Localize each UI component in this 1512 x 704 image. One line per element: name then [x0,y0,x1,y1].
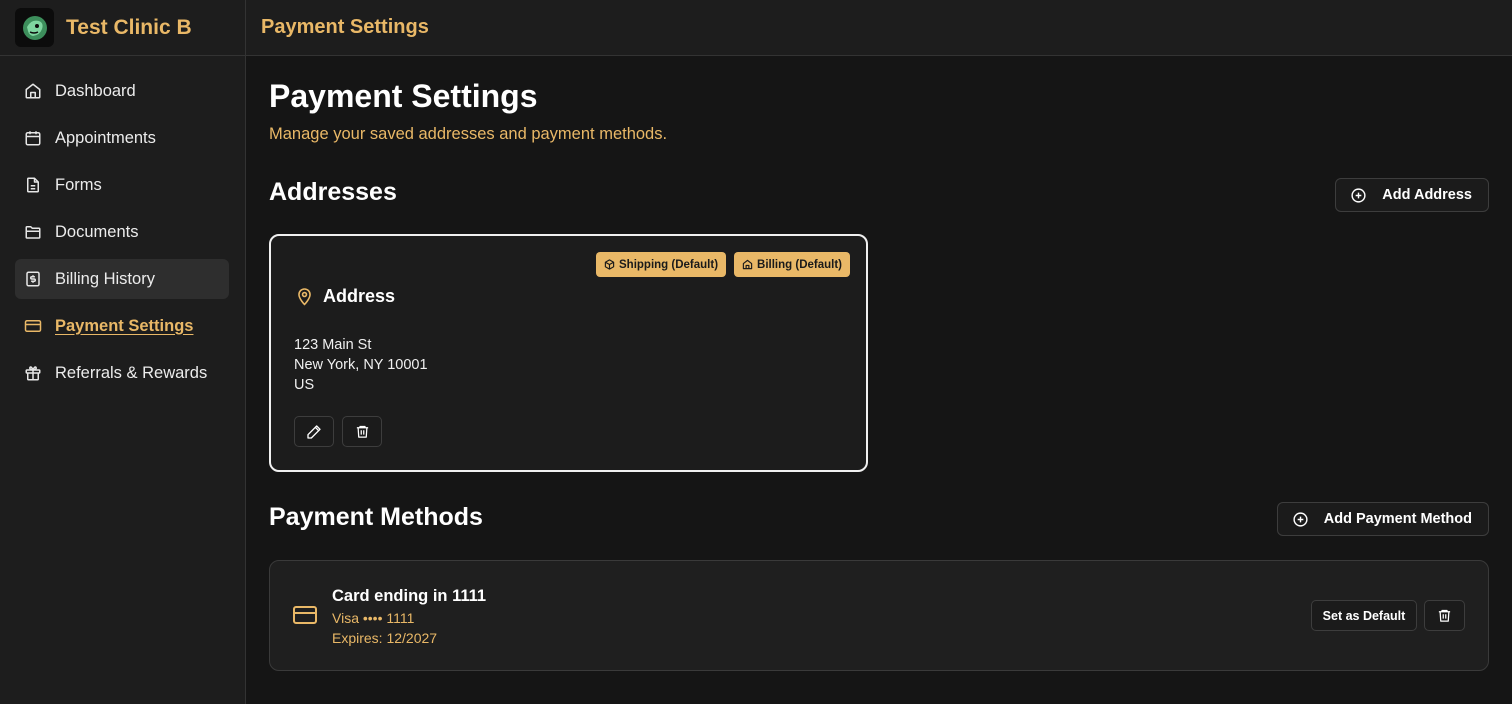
payment-method-card: Card ending in 1111 Visa •••• 1111 Expir… [269,560,1489,671]
page-subtitle: Manage your saved addresses and payment … [269,125,668,143]
address-line-1: 123 Main St [294,337,372,353]
sidebar-item-referrals-rewards[interactable]: Referrals & Rewards [15,353,229,393]
sidebar-item-label: Documents [55,222,139,241]
home-icon [23,81,43,101]
badge-label: Billing (Default) [757,258,842,271]
sidebar-item-appointments[interactable]: Appointments [15,118,229,158]
home-icon [742,259,753,270]
add-address-button[interactable]: Add Address [1335,178,1489,212]
payment-methods-title: Payment Methods [269,503,483,531]
edit-address-button[interactable] [294,416,334,447]
card-expiry: Expires: 12/2027 [332,630,438,646]
trash-icon [356,425,368,438]
sidebar-item-label: Dashboard [55,81,136,100]
sidebar-item-payment-settings[interactable]: Payment Settings [15,306,229,346]
sidebar-item-forms[interactable]: Forms [15,165,229,205]
billing-default-badge: Billing (Default) [734,252,850,277]
brand: Test Clinic B [0,0,245,56]
plus-circle-icon [1292,510,1310,528]
add-payment-method-label: Add Payment Method [1323,511,1472,527]
card-brand-line: Visa •••• 1111 [332,610,415,626]
addresses-title: Addresses [269,178,397,206]
plus-circle-icon [1350,186,1368,204]
sidebar: Test Clinic B Dashboard Appointments For… [0,0,246,704]
address-line-3: US [294,377,315,393]
package-icon [604,259,615,270]
sidebar-item-documents[interactable]: Documents [15,212,229,252]
address-badges: Shipping (Default) Billing (Default) [596,252,850,277]
sidebar-item-dashboard[interactable]: Dashboard [15,71,229,111]
credit-card-icon [23,316,43,336]
delete-card-button[interactable] [1424,600,1465,631]
sidebar-item-billing-history[interactable]: Billing History [15,259,229,299]
sidebar-nav: Dashboard Appointments Forms Documents B… [0,56,245,393]
pencil-icon [307,424,321,439]
sidebar-item-label: Payment Settings [55,316,194,335]
folder-icon [23,222,43,242]
delete-address-button[interactable] [342,416,382,447]
badge-label: Shipping (Default) [619,258,719,271]
receipt-icon [23,269,43,289]
sidebar-item-label: Appointments [55,128,156,147]
topbar-title: Payment Settings [261,16,429,38]
add-payment-method-button[interactable]: Add Payment Method [1276,502,1489,536]
set-as-default-button[interactable]: Set as Default [1311,600,1417,631]
map-pin-icon [295,287,315,307]
page-title: Payment Settings [269,78,538,114]
topbar: Payment Settings [246,0,1512,56]
document-icon [23,175,43,195]
address-lines: 123 Main St New York, NY 10001 US [294,335,428,395]
sidebar-item-label: Forms [55,175,102,194]
calendar-icon [23,128,43,148]
credit-card-icon [293,606,317,624]
trash-icon [1438,609,1451,622]
sidebar-item-label: Referrals & Rewards [55,363,208,382]
address-heading: Address [295,286,395,307]
shipping-default-badge: Shipping (Default) [596,252,727,277]
sidebar-item-label: Billing History [55,269,155,288]
address-card: Shipping (Default) Billing (Default) Add… [269,234,868,472]
dragon-logo-icon[interactable] [15,8,54,47]
address-heading-text: Address [323,286,396,306]
card-title: Card ending in 1111 [332,587,487,605]
brand-name: Test Clinic B [66,15,192,39]
add-address-label: Add Address [1382,187,1472,203]
gift-icon [23,363,43,383]
app-root: Test Clinic B Dashboard Appointments For… [0,0,1512,704]
address-line-2: New York, NY 10001 [294,357,428,373]
